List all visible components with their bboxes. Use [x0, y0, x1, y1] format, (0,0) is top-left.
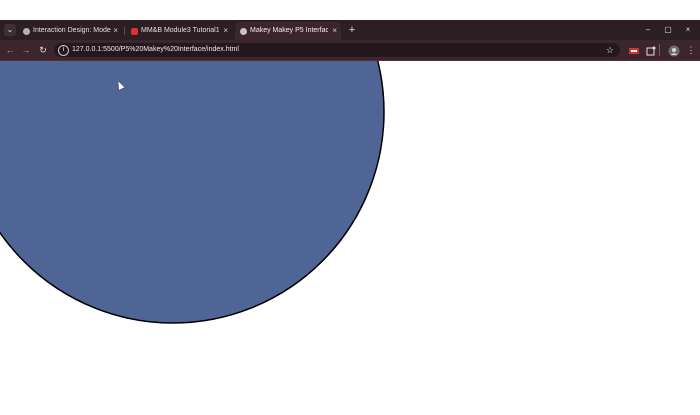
- extensions-puzzle-icon[interactable]: [645, 44, 657, 56]
- tab-strip: ⌄ Interaction Design: Modelling × MM&B M…: [0, 20, 700, 40]
- close-window-button[interactable]: ×: [681, 22, 695, 38]
- youtube-icon: [131, 27, 138, 35]
- tab-interaction-design[interactable]: Interaction Design: Modelling ×: [18, 22, 122, 40]
- close-icon[interactable]: ×: [113, 22, 118, 40]
- close-icon[interactable]: ×: [332, 22, 337, 40]
- forward-arrow-icon[interactable]: →: [19, 43, 33, 57]
- menu-kebab-icon[interactable]: ⋮: [684, 43, 698, 57]
- address-bar[interactable]: i 127.0.0.1:5500/P5%20Makey%20Interface/…: [54, 43, 620, 57]
- browser-window: ⌄ Interaction Design: Modelling × MM&B M…: [0, 0, 700, 415]
- tab-youtube-tutorial[interactable]: MM&B Module3 Tutorial1 - Yo ×: [126, 22, 232, 40]
- maximize-button[interactable]: ▢: [661, 22, 675, 38]
- browser-toolbar: ← → ↻ i 127.0.0.1:5500/P5%20Makey%20Inte…: [0, 40, 700, 61]
- close-icon[interactable]: ×: [223, 22, 228, 40]
- globe-icon: [23, 27, 30, 35]
- toolbar-divider: [659, 44, 660, 56]
- tab-search-icon[interactable]: ⌄: [4, 24, 16, 36]
- blue-circle: [0, 61, 385, 324]
- minimize-button[interactable]: –: [641, 22, 655, 38]
- tab-makey-makey[interactable]: Makey Makey P5 Interface ×: [235, 22, 341, 40]
- profile-avatar-icon[interactable]: [668, 44, 680, 57]
- page-viewport: [0, 61, 700, 415]
- p5-canvas[interactable]: [0, 61, 700, 415]
- site-info-icon[interactable]: i: [58, 45, 69, 56]
- bookmark-star-icon[interactable]: ☆: [606, 43, 614, 57]
- globe-icon: [240, 27, 247, 35]
- tab-title: MM&B Module3 Tutorial1 - Yo: [141, 27, 219, 34]
- tab-title: Interaction Design: Modelling: [33, 27, 111, 34]
- back-arrow-icon[interactable]: ←: [3, 43, 17, 57]
- tab-title: Makey Makey P5 Interface: [250, 27, 328, 34]
- extension-icon[interactable]: [628, 44, 640, 56]
- reload-icon[interactable]: ↻: [36, 43, 50, 57]
- tab-separator: [124, 27, 125, 35]
- url-text[interactable]: 127.0.0.1:5500/P5%20Makey%20Interface/in…: [72, 43, 239, 57]
- new-tab-button[interactable]: +: [345, 22, 359, 38]
